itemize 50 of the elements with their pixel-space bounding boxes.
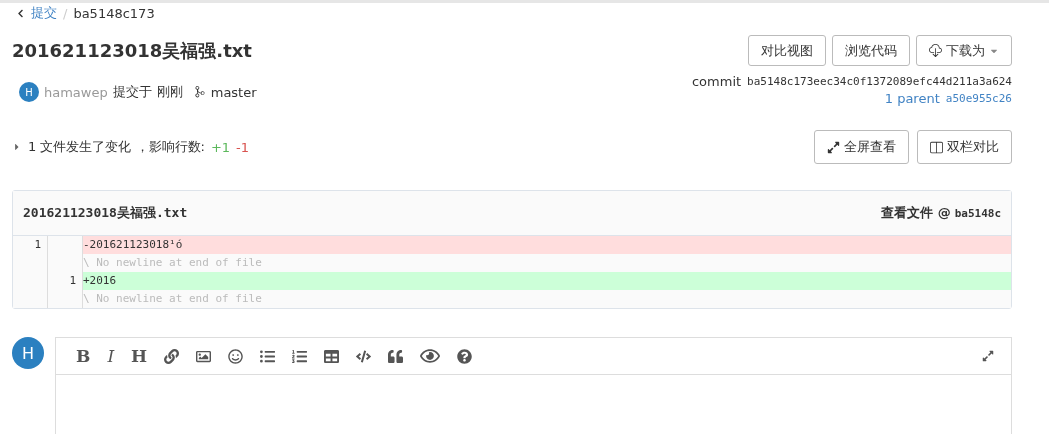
fullscreen-button[interactable]: 全屏查看 [814,130,909,164]
view-file-link[interactable]: 查看文件 @ [881,204,951,222]
image-icon[interactable] [196,348,212,364]
branch-name: master [210,84,257,100]
breadcrumb-separator: / [63,5,68,21]
added-count: +1 [210,139,231,155]
smiley-icon[interactable] [228,348,244,364]
format-button[interactable]: B [76,346,91,366]
table-icon[interactable] [324,348,340,364]
branch-icon [193,86,206,98]
split-view-button[interactable]: 双栏对比 [917,130,1012,164]
avatar: H [19,82,39,102]
commit-action: 提交于 [112,83,152,101]
avatar: H [12,337,44,369]
eye-icon[interactable] [420,346,441,366]
breadcrumb-current: ba5148c173 [73,5,155,21]
format-button[interactable]: I [107,346,115,366]
comment-editor[interactable]: B I H [55,337,1012,434]
header-button[interactable]: 浏览代码 [832,35,910,66]
change-summary: 1 文件发生了变化 ，影响行数: [28,138,205,156]
help-icon[interactable] [457,348,473,364]
commit-time: 刚刚 [156,83,183,101]
bullet-list-icon[interactable] [260,348,276,364]
fullscreen-icon[interactable] [982,350,994,362]
format-button[interactable]: H [131,346,148,366]
parent-sha-link[interactable]: a50e955c26 [945,92,1012,105]
diff-code: \ No newline at end of file [83,255,263,271]
code-icon[interactable] [356,348,372,364]
download-dropdown-button[interactable]: 下载为 [916,35,1012,66]
new-line-number: 1 [48,272,83,290]
breadcrumb-link[interactable]: 提交 [31,4,57,22]
old-line-number: 1 [13,236,48,254]
commit-sha: ba5148c173eec34c0f1372089efc44d211a3a624 [747,75,1012,88]
diff-file-name: 201621123018吴福强.txt [23,204,188,222]
cloud-download-icon [929,44,942,57]
parent-label: 1 parent [884,91,940,106]
diff-code: -201621123018¹ó [83,237,184,253]
diff-code: +2016 [83,273,118,289]
removed-count: -1 [236,139,250,155]
back-icon[interactable] [16,8,25,18]
columns-icon [930,140,943,154]
numbered-list-icon[interactable] [292,348,308,364]
diff-code: \ No newline at end of file [83,291,263,307]
page-title: 201621123018吴福强.txt [12,38,252,63]
quote-icon[interactable] [388,348,404,364]
link-icon[interactable] [164,348,180,364]
expand-icon [827,140,840,154]
view-file-sha: ba5148c [954,206,1001,220]
header-button[interactable]: 对比视图 [748,35,826,66]
commit-label: commit [691,74,742,89]
